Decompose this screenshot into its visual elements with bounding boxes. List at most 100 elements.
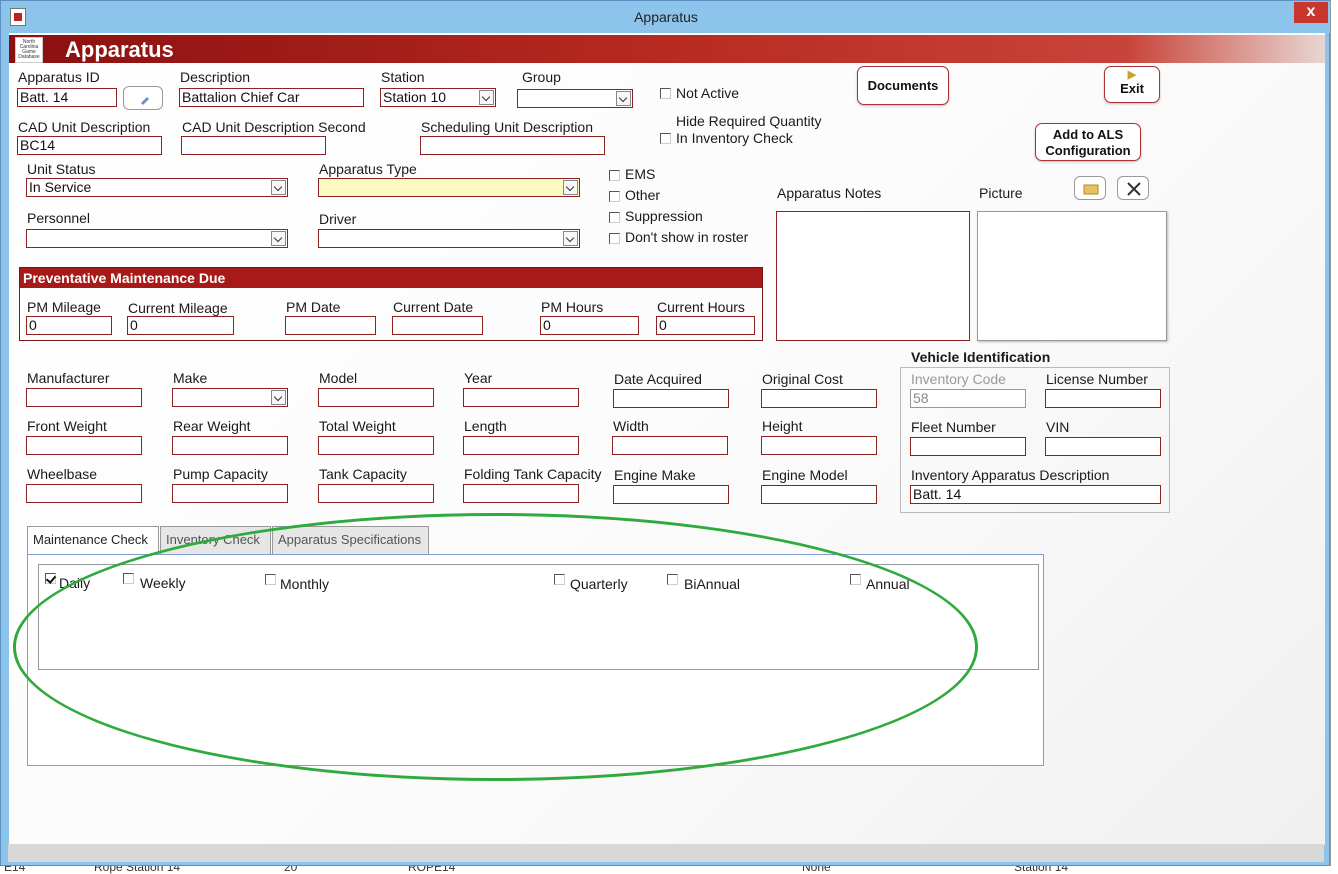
engine-make-input[interactable] (613, 485, 729, 504)
apparatus-type-label: Apparatus Type (319, 161, 417, 177)
pm-title: Preventative Maintenance Due (20, 268, 762, 288)
pm-date-input[interactable] (285, 316, 376, 335)
pump-capacity-label: Pump Capacity (173, 466, 268, 482)
personnel-select[interactable] (26, 229, 288, 248)
ems-label: EMS (625, 166, 656, 182)
highlight-annotation (13, 513, 978, 781)
tab-maintenance-check[interactable]: Maintenance Check (27, 526, 159, 555)
original-cost-input[interactable] (761, 389, 877, 408)
date-acquired-input[interactable] (613, 389, 729, 408)
hide-required-qty-label-2: In Inventory Check (676, 130, 793, 146)
dont-show-roster-label: Don't show in roster (625, 229, 749, 245)
height-label: Height (762, 418, 803, 434)
wheelbase-label: Wheelbase (27, 466, 98, 482)
front-weight-input[interactable] (26, 436, 142, 455)
not-active-checkbox[interactable] (660, 88, 671, 99)
apparatus-notes-textarea[interactable] (776, 211, 970, 341)
chevron-down-icon[interactable] (563, 231, 578, 246)
bg-cell: E14 (4, 866, 26, 874)
chevron-down-icon[interactable] (616, 91, 631, 106)
current-mileage-label: Current Mileage (128, 300, 228, 316)
current-mileage-input[interactable]: 0 (127, 316, 234, 335)
chevron-down-icon[interactable] (563, 180, 578, 195)
exit-button[interactable]: ▶ Exit (1104, 66, 1160, 103)
cad-unit-description-second-input[interactable] (181, 136, 326, 155)
not-active-label: Not Active (676, 85, 740, 101)
suppression-checkbox[interactable] (609, 212, 620, 223)
manufacturer-input[interactable] (26, 388, 142, 407)
pm-mileage-input[interactable]: 0 (26, 316, 112, 335)
cad-unit-description-input[interactable]: BC14 (17, 136, 162, 155)
station-select[interactable]: Station 10 (380, 88, 496, 107)
bg-cell: ROPE14 (408, 866, 456, 874)
rear-weight-label: Rear Weight (173, 418, 251, 434)
folding-tank-capacity-input[interactable] (463, 484, 579, 503)
dont-show-roster-checkbox[interactable] (609, 233, 620, 244)
page-title: Apparatus (65, 37, 174, 62)
rear-weight-input[interactable] (172, 436, 288, 455)
tank-capacity-input[interactable] (318, 484, 434, 503)
station-label: Station (381, 69, 425, 85)
fleet-number-input[interactable] (910, 437, 1026, 456)
pump-capacity-input[interactable] (172, 484, 288, 503)
total-weight-input[interactable] (318, 436, 434, 455)
bg-cell: 20 (284, 866, 298, 874)
vin-input[interactable] (1045, 437, 1161, 456)
description-label: Description (180, 69, 251, 85)
open-folder-button[interactable] (1074, 176, 1106, 200)
chevron-down-icon[interactable] (271, 180, 286, 195)
current-date-input[interactable] (392, 316, 483, 335)
background-table-row: E14 Rope Station 14 20 ROPE14 None Stati… (0, 866, 1338, 874)
add-to-als-button[interactable]: Add to ALS Configuration (1035, 123, 1141, 161)
length-input[interactable] (463, 436, 579, 455)
edit-id-button[interactable] (123, 86, 163, 110)
chevron-down-icon[interactable] (271, 390, 286, 405)
pm-hours-input[interactable]: 0 (540, 316, 639, 335)
add-to-als-label-2: Configuration (1045, 143, 1131, 158)
close-button[interactable]: x (1294, 2, 1328, 23)
make-select[interactable] (172, 388, 288, 407)
scheduling-unit-description-label: Scheduling Unit Description (421, 119, 593, 135)
chevron-down-icon[interactable] (271, 231, 286, 246)
driver-select[interactable] (318, 229, 580, 248)
driver-label: Driver (319, 211, 357, 227)
bg-cell: Rope Station 14 (94, 866, 181, 874)
picture-box[interactable] (977, 211, 1167, 341)
hide-required-qty-checkbox[interactable] (660, 133, 671, 144)
fleet-number-label: Fleet Number (911, 419, 996, 435)
model-input[interactable] (318, 388, 434, 407)
scheduling-unit-description-input[interactable] (420, 136, 605, 155)
height-input[interactable] (761, 436, 877, 455)
manufacturer-label: Manufacturer (27, 370, 110, 386)
apparatus-id-input[interactable]: Batt. 14 (17, 88, 117, 107)
inventory-apparatus-description-input[interactable]: Batt. 14 (910, 485, 1161, 504)
apparatus-type-select[interactable] (318, 178, 580, 197)
documents-button[interactable]: Documents (857, 66, 949, 105)
close-icon (1127, 182, 1141, 196)
description-input[interactable]: Battalion Chief Car (179, 88, 364, 107)
clear-picture-button[interactable] (1117, 176, 1149, 200)
apparatus-id-label: Apparatus ID (18, 69, 100, 85)
license-number-input[interactable] (1045, 389, 1161, 408)
unit-status-select[interactable]: In Service (26, 178, 288, 197)
length-label: Length (464, 418, 507, 434)
license-number-label: License Number (1046, 371, 1148, 387)
daily-checkbox[interactable] (45, 573, 56, 584)
unit-status-label: Unit Status (27, 161, 96, 177)
ems-checkbox[interactable] (609, 170, 620, 181)
current-hours-input[interactable]: 0 (656, 316, 755, 335)
wheelbase-input[interactable] (26, 484, 142, 503)
pm-hours-label: PM Hours (541, 299, 604, 315)
group-select[interactable] (517, 89, 633, 108)
chevron-down-icon[interactable] (479, 90, 494, 105)
original-cost-label: Original Cost (762, 371, 843, 387)
other-checkbox[interactable] (609, 191, 620, 202)
engine-model-input[interactable] (761, 485, 877, 504)
front-weight-label: Front Weight (27, 418, 107, 434)
exit-icon: ▶ (1127, 69, 1137, 81)
year-input[interactable] (463, 388, 579, 407)
model-label: Model (319, 370, 358, 386)
unit-status-value: In Service (29, 179, 92, 195)
width-input[interactable] (612, 436, 728, 455)
engine-model-label: Engine Model (762, 467, 848, 483)
